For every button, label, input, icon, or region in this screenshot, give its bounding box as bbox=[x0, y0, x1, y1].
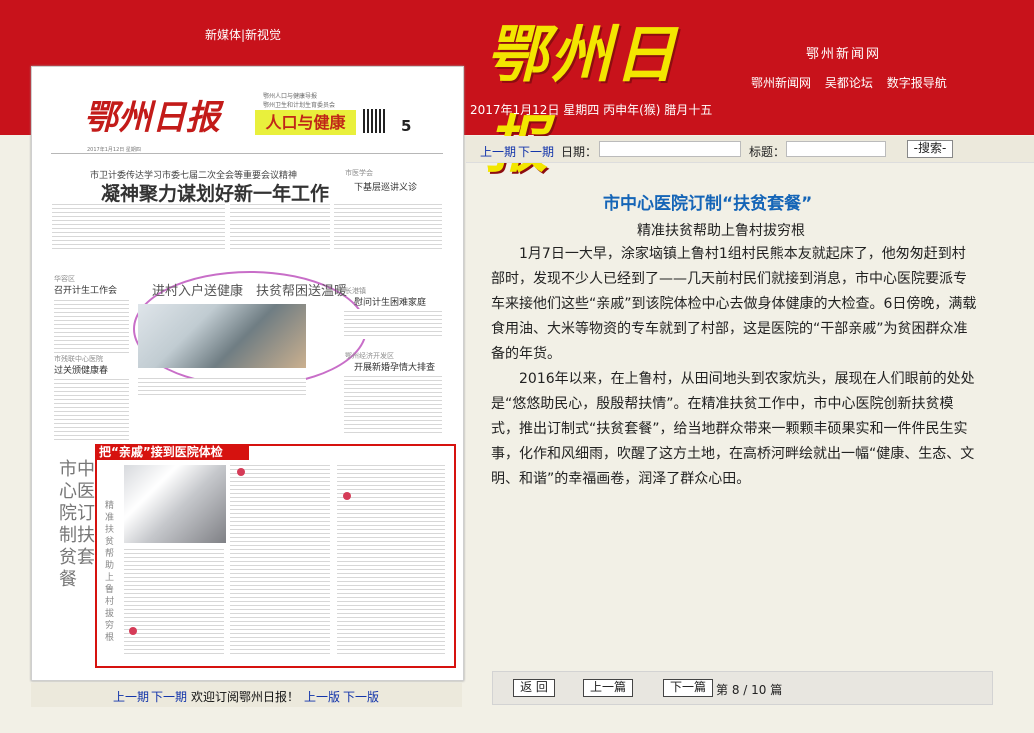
article-body: 1月7日一大早，涂家垴镇上鲁村1组村民熊本友就起床了，他匆匆赶到村部时，发现不少… bbox=[491, 242, 979, 492]
vertical-subheadline: 精准扶贫帮助上鲁村拔穷根 bbox=[105, 501, 115, 643]
site-link-navigation[interactable]: 数字报导航 bbox=[887, 76, 947, 90]
article-paragraph: 1月7日一大早，涂家垴镇上鲁村1组村民熊本友就起床了，他匆匆赶到村部时，发现不少… bbox=[491, 246, 977, 362]
side-tag: 市医学会 bbox=[345, 169, 373, 177]
article-column bbox=[230, 464, 330, 657]
next-issue-link[interactable]: 下一期 bbox=[518, 143, 554, 160]
article-column bbox=[230, 204, 330, 252]
prev-page-link[interactable]: 上一版 bbox=[304, 688, 340, 705]
hospital-photo bbox=[124, 465, 226, 543]
section-band: 人口与健康 bbox=[255, 110, 356, 135]
date-label: 日期： bbox=[561, 145, 598, 159]
next-page-link[interactable]: 下一版 bbox=[343, 688, 379, 705]
search-button[interactable]: -搜索- bbox=[907, 140, 953, 158]
site-link-forum[interactable]: 吴都论坛 bbox=[825, 76, 873, 90]
prev-issue-link[interactable]: 上一期 bbox=[480, 143, 516, 160]
article-title: 市中心医院订制“扶贫套餐” bbox=[603, 194, 813, 214]
bubble-headline: 进村入户送健康 扶贫帮困送温暖 bbox=[152, 284, 348, 299]
article-column bbox=[52, 204, 225, 252]
prev-issue-link[interactable]: 上一期 bbox=[113, 688, 149, 705]
site-links: 鄂州新闻网 吴都论坛 数字报导航 bbox=[751, 74, 957, 91]
next-issue-link[interactable]: 下一期 bbox=[151, 688, 187, 705]
next-article-button[interactable]: 下一篇 bbox=[663, 679, 713, 697]
newspaper-logo: 鄂州日报 bbox=[486, 18, 679, 181]
paper-header: 鄂州日报 鄂州人口与健康导报 鄂州卫生和计划生育委员会 人口与健康 5 2017… bbox=[32, 67, 463, 153]
network-link[interactable]: 鄂州新闻网 bbox=[806, 43, 881, 62]
title-label: 标题： bbox=[749, 145, 786, 159]
side-headline: 过关颁健康春 bbox=[54, 366, 109, 376]
paper-subtitle-line: 鄂州人口与健康导报 bbox=[263, 93, 318, 100]
article-subtitle: 精准扶贫帮助上鲁村拔穷根 bbox=[637, 223, 805, 239]
side-headline: 召开计生工作会 bbox=[54, 286, 118, 296]
welcome-text: 欢迎订阅鄂州日报！ bbox=[191, 690, 300, 704]
side-headline: 开展新婚孕情大排查 bbox=[354, 363, 436, 373]
article-column bbox=[54, 378, 129, 443]
prev-article-button[interactable]: 上一篇 bbox=[583, 679, 633, 697]
paper-logo: 鄂州日报 bbox=[84, 98, 220, 138]
qr-code-icon bbox=[363, 109, 387, 133]
divider bbox=[51, 153, 443, 154]
paper-info: 2017年1月12日 星期四 bbox=[87, 147, 141, 153]
page-number: 5 bbox=[401, 117, 412, 135]
search-toolbar: 上一期 下一期 日期： 标题： -搜索- bbox=[466, 136, 1034, 163]
paper-subtitle: 鄂州人口与健康导报 鄂州卫生和计划生育委员会 bbox=[263, 91, 335, 109]
highlight-headline: 把“亲戚”接到医院体检 bbox=[95, 444, 249, 460]
article-column bbox=[124, 549, 224, 657]
bullet-icon bbox=[129, 627, 137, 635]
paper-navigation: 上一期 下一期 欢迎订阅鄂州日报！ 上一版 下一版 bbox=[31, 683, 462, 707]
article-column bbox=[54, 298, 129, 356]
article-column bbox=[334, 204, 442, 252]
newspaper-page[interactable]: 鄂州日报 鄂州人口与健康导报 鄂州卫生和计划生育委员会 人口与健康 5 2017… bbox=[31, 66, 464, 681]
vertical-headline: 市中心医院订制扶贫套餐 bbox=[59, 459, 95, 590]
article-column bbox=[138, 378, 306, 398]
side-headline: 下基层巡讲义诊 bbox=[354, 183, 418, 193]
top-links[interactable]: 新媒体|新视觉 bbox=[205, 26, 281, 43]
article-column bbox=[344, 309, 442, 339]
back-button[interactable]: 返 回 bbox=[513, 679, 555, 697]
lead-headline: 凝神聚力谋划好新一年工作 bbox=[101, 183, 330, 205]
date-input[interactable] bbox=[599, 141, 741, 157]
article-paragraph: 2016年以来，在上鲁村，从田间地头到农家炕头，展现在人们眼前的处处是“悠悠助民… bbox=[491, 371, 975, 487]
side-headline: 慰问计生困难家庭 bbox=[354, 298, 427, 308]
paper-subtitle-line: 鄂州卫生和计划生育委员会 bbox=[263, 102, 336, 109]
article-page-info: 第 8 / 10 篇 bbox=[716, 683, 783, 697]
article-column bbox=[337, 464, 445, 657]
article-column bbox=[344, 374, 442, 436]
site-link-news[interactable]: 鄂州新闻网 bbox=[751, 76, 811, 90]
bullet-icon bbox=[343, 492, 351, 500]
title-input[interactable] bbox=[786, 141, 886, 157]
bullet-icon bbox=[237, 468, 245, 476]
article-navigation: 返 回 上一篇 下一篇 第 8 / 10 篇 bbox=[492, 671, 993, 705]
issue-date: 2017年1月12日 星期四 丙申年(猴) 腊月十五 bbox=[470, 103, 713, 117]
health-photo bbox=[138, 304, 306, 368]
